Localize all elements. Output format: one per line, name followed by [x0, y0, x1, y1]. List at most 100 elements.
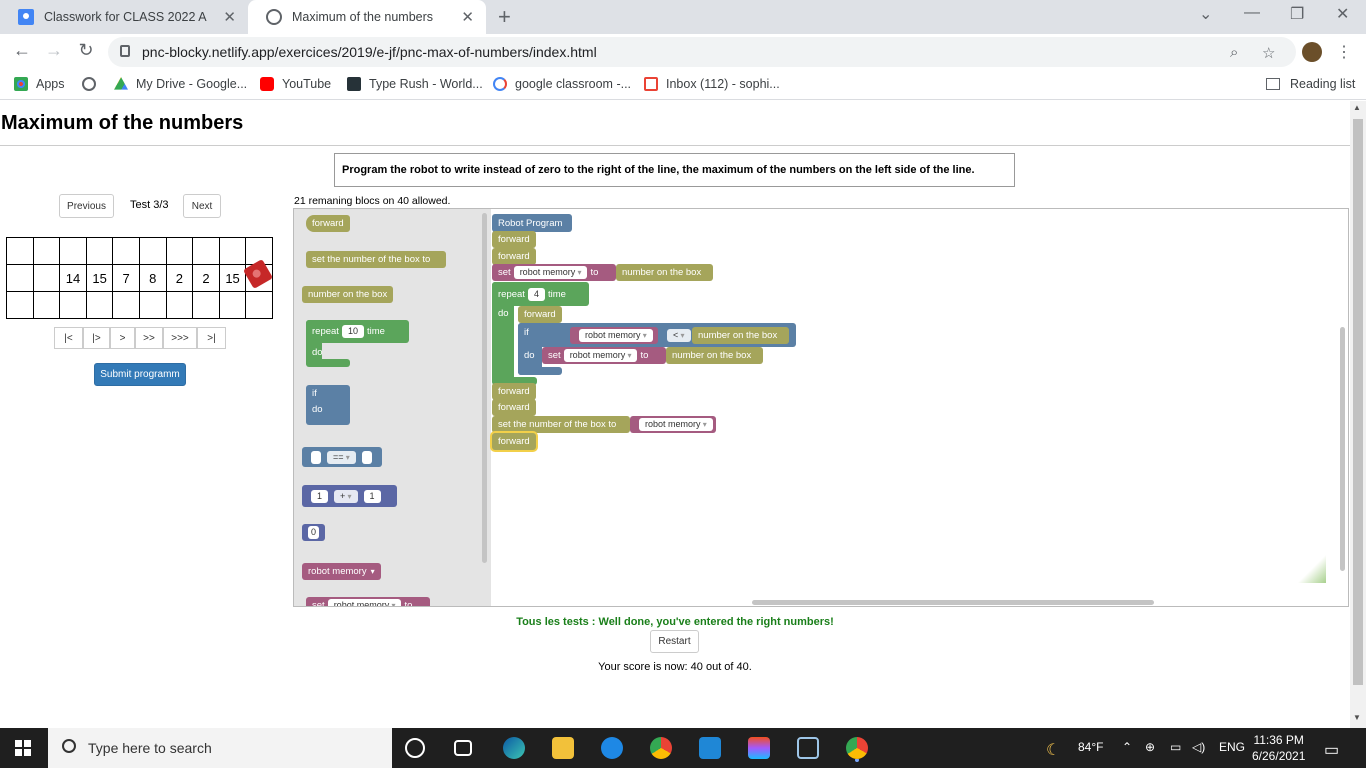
chrome-icon[interactable]	[650, 737, 672, 759]
step-back-button[interactable]: |>	[83, 327, 110, 349]
variable-dropdown[interactable]: robot memory	[579, 329, 653, 342]
program-set-box-block[interactable]: set the number of the box to	[492, 416, 630, 433]
program-forward-block[interactable]: forward	[492, 383, 536, 400]
blockly-workspace[interactable]: forward set the number of the box to num…	[293, 208, 1349, 607]
repeat-count-field[interactable]: 10	[341, 325, 364, 338]
taskbar-search[interactable]: Type here to search	[48, 728, 392, 768]
language-indicator[interactable]: ENG	[1219, 740, 1245, 754]
math-right-field[interactable]: 1	[363, 489, 381, 503]
scroll-down-icon[interactable]: ▼	[1353, 713, 1361, 722]
toolbox-number-block[interactable]: 0	[302, 524, 325, 541]
variable-dropdown[interactable]: robot memory	[563, 349, 638, 362]
menu-icon[interactable]: ⋮	[1336, 42, 1352, 62]
program-forward-block[interactable]: forward	[492, 231, 536, 248]
toolbox-number-on-box-block[interactable]: number on the box	[302, 286, 394, 303]
program-number-on-box-block[interactable]: number on the box	[692, 327, 789, 344]
compare-op-dropdown[interactable]: ==	[327, 450, 356, 464]
tab-classwork[interactable]: Classwork for CLASS 2022 A ✕	[0, 0, 248, 34]
windows-start-icon[interactable]	[15, 740, 31, 756]
fast-button[interactable]: >>	[135, 327, 163, 349]
close-icon[interactable]: ✕	[223, 8, 236, 26]
program-number-on-box-block[interactable]: number on the box	[666, 347, 763, 364]
program-memory-block[interactable]: robot memory	[570, 327, 658, 344]
workspace-hscrollbar[interactable]	[752, 600, 1154, 605]
chevron-up-icon[interactable]: ⌃	[1122, 740, 1132, 754]
flyout-scrollbar[interactable]	[482, 213, 487, 563]
profile-avatar[interactable]	[1302, 42, 1322, 62]
network-icon[interactable]: ⊕	[1145, 740, 1155, 754]
toolbox-robot-memory-block[interactable]: robot memory ▾	[302, 563, 381, 580]
program-header-block[interactable]: Robot Program	[492, 214, 572, 232]
toolbox-set-variable-block[interactable]: set robot memory to	[306, 597, 430, 606]
reload-icon[interactable]: ↻	[74, 40, 98, 61]
variable-dropdown[interactable]: robot memory	[327, 599, 402, 606]
math-left-field[interactable]: 1	[311, 489, 329, 503]
forward-icon[interactable]: →	[42, 40, 66, 61]
bookmark-classroom[interactable]: google classroom -...	[493, 77, 631, 91]
figma-icon[interactable]	[748, 737, 770, 759]
notification-icon[interactable]: ▭	[1324, 740, 1339, 760]
volume-icon[interactable]: ◁)	[1192, 740, 1205, 754]
trash-icon[interactable]	[1294, 543, 1326, 583]
first-step-button[interactable]: |<	[54, 327, 83, 349]
bookmark-apps[interactable]: Apps	[14, 77, 65, 91]
submit-button[interactable]: Submit programm	[94, 363, 186, 386]
close-window-icon[interactable]: ✕	[1336, 4, 1349, 24]
variable-dropdown[interactable]: robot memory	[639, 418, 713, 431]
faster-button[interactable]: >>>	[163, 327, 197, 349]
scroll-thumb[interactable]	[1353, 119, 1363, 685]
compare-op-dropdown[interactable]: <	[667, 329, 691, 342]
math-op-dropdown[interactable]: +	[334, 489, 358, 503]
cortana-icon[interactable]	[405, 738, 425, 758]
program-forward-block[interactable]: forward	[492, 248, 536, 265]
toolbox-compare-block[interactable]: ==	[302, 447, 382, 467]
weather-icon[interactable]: ☾	[1046, 740, 1060, 760]
program-set-memory-block[interactable]: set robot memory to	[492, 264, 616, 281]
last-step-button[interactable]: >|	[197, 327, 226, 349]
battery-icon[interactable]: ▭	[1170, 740, 1181, 754]
toolbox-forward-block[interactable]: forward	[306, 215, 350, 232]
toolbox-math-block[interactable]: 1 + 1	[302, 485, 397, 507]
previous-button[interactable]: Previous	[59, 194, 114, 218]
bookmark-inbox[interactable]: Inbox (112) - sophi...	[644, 77, 780, 91]
scroll-up-icon[interactable]: ▲	[1353, 103, 1361, 112]
star-icon[interactable]: ☆	[1262, 44, 1275, 62]
edge-icon[interactable]	[503, 737, 525, 759]
program-forward-block-selected[interactable]: forward	[492, 433, 536, 450]
number-field[interactable]: 0	[308, 526, 320, 539]
bookmark-globe[interactable]	[82, 77, 104, 91]
program-forward-block[interactable]: forward	[492, 399, 536, 416]
program-memory-block[interactable]: robot memory	[630, 416, 716, 433]
file-explorer-icon[interactable]	[552, 737, 574, 759]
program-set-memory-block[interactable]: set robot memory to	[542, 347, 666, 364]
variable-dropdown[interactable]: robot memory	[513, 266, 588, 279]
restore-icon[interactable]: ❐	[1290, 4, 1304, 24]
vscode-icon[interactable]	[699, 737, 721, 759]
taskbar-clock[interactable]: 11:36 PM 6/26/2021	[1252, 732, 1305, 764]
zoom-icon[interactable]: ⌕	[1230, 44, 1238, 61]
step-button[interactable]: >	[110, 327, 135, 349]
tab-search-icon[interactable]: ⌄	[1199, 4, 1212, 24]
bookmark-drive[interactable]: My Drive - Google...	[114, 77, 247, 91]
program-forward-block[interactable]: forward	[518, 306, 562, 323]
back-icon[interactable]: ←	[10, 40, 34, 61]
virtualbox-icon[interactable]	[797, 737, 819, 759]
close-icon[interactable]: ✕	[461, 8, 474, 26]
program-number-on-box-block[interactable]: number on the box	[616, 264, 713, 281]
skype-icon[interactable]	[601, 737, 623, 759]
page-scrollbar[interactable]: ▲ ▼	[1350, 101, 1366, 728]
address-bar[interactable]: pnc-blocky.netlify.app/exercices/2019/e-…	[108, 37, 1296, 67]
toolbox-set-box-block[interactable]: set the number of the box to	[306, 251, 446, 268]
repeat-count-field[interactable]: 4	[527, 288, 545, 301]
reading-list[interactable]: Reading list	[1266, 77, 1355, 91]
tab-maximum[interactable]: Maximum of the numbers ✕	[248, 0, 486, 34]
workspace-vscrollbar[interactable]	[1340, 327, 1345, 571]
new-tab-icon[interactable]: +	[498, 4, 511, 30]
restart-button[interactable]: Restart	[650, 630, 699, 653]
task-view-icon[interactable]	[454, 740, 472, 756]
chrome-active-icon[interactable]	[846, 737, 868, 759]
bookmark-typerush[interactable]: Type Rush - World...	[347, 77, 483, 91]
minimize-icon[interactable]: —	[1244, 4, 1260, 22]
bookmark-youtube[interactable]: YouTube	[260, 77, 331, 91]
next-button[interactable]: Next	[183, 194, 221, 218]
